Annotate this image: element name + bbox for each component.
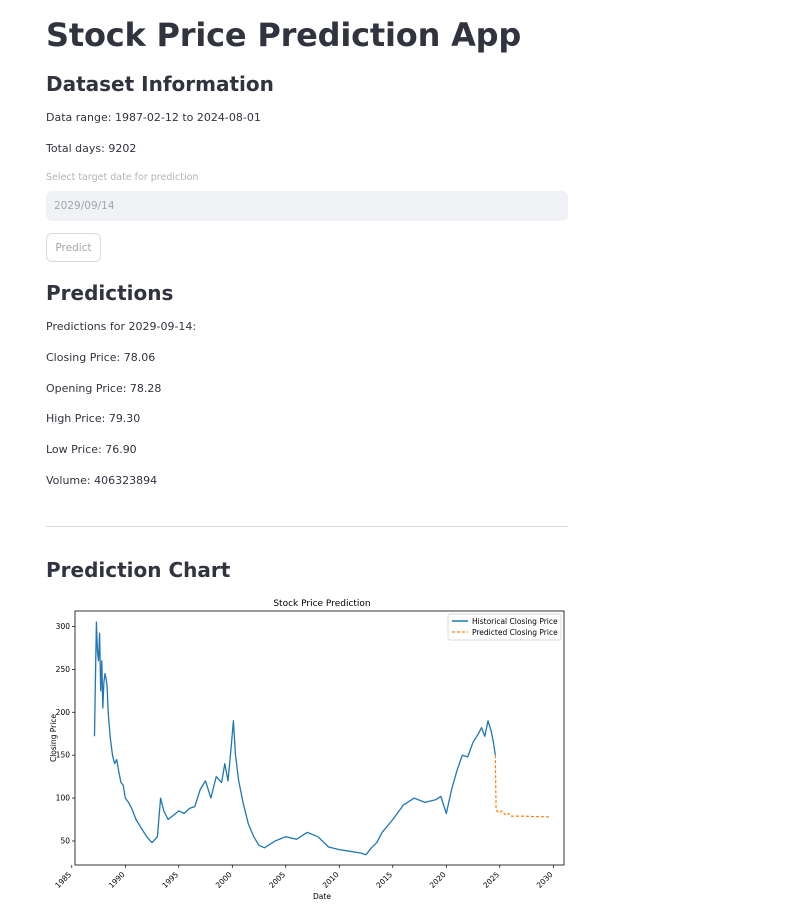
legend: Historical Closing Price Predicted Closi…	[447, 613, 562, 641]
prediction-chart-svg: Stock Price Prediction 50100150200250300…	[49, 599, 565, 901]
predict-button-label: Predict	[55, 241, 92, 254]
low-price-text: Low Price: 76.90	[46, 443, 137, 456]
x-tick-label: 1985	[53, 870, 73, 890]
chart-heading: Prediction Chart	[46, 558, 231, 582]
x-tick-label: 2005	[267, 870, 287, 890]
volume-text: Volume: 406323894	[46, 474, 158, 487]
page-title: Stock Price Prediction App	[46, 16, 522, 54]
target-date-input[interactable]: 2029/09/14	[46, 191, 568, 221]
y-tick-label: 300	[56, 622, 71, 631]
dataset-heading: Dataset Information	[46, 72, 274, 96]
date-input-label: Select target date for prediction	[46, 172, 199, 183]
x-axis-label: Date	[313, 892, 331, 901]
high-price-text: High Price: 79.30	[46, 412, 141, 425]
target-date-value: 2029/09/14	[54, 200, 115, 212]
x-tick-label: 2025	[481, 870, 501, 890]
predictions-for-text: Predictions for 2029-09-14:	[46, 320, 197, 333]
y-axis: 50100150200250300	[56, 622, 75, 845]
plot-area	[74, 610, 565, 866]
closing-price-text: Closing Price: 78.06	[46, 351, 156, 364]
chart-title: Stock Price Prediction	[273, 599, 370, 609]
y-axis-label: Closing Price	[49, 714, 58, 762]
app-page: Stock Price Prediction App Dataset Infor…	[0, 0, 791, 921]
predictions-heading: Predictions	[46, 281, 174, 305]
legend-historical-label: Historical Closing Price	[472, 617, 558, 626]
x-tick-label: 2020	[428, 870, 448, 890]
x-tick-label: 2000	[214, 870, 234, 890]
opening-price-text: Opening Price: 78.28	[46, 382, 162, 395]
predict-button[interactable]: Predict	[46, 233, 101, 262]
y-tick-label: 100	[56, 794, 71, 803]
legend-predicted-label: Predicted Closing Price	[472, 628, 558, 637]
y-tick-label: 250	[56, 665, 71, 674]
prediction-chart: Stock Price Prediction 50 100 150 200 250 300…	[46, 594, 576, 918]
x-tick-label: 1990	[107, 870, 127, 890]
x-tick-label: 2015	[374, 870, 394, 890]
x-tick-label: 2010	[321, 870, 341, 890]
x-tick-label: 1995	[160, 870, 180, 890]
section-divider	[46, 526, 568, 527]
data-range-text: Data range: 1987-02-12 to 2024-08-01	[46, 111, 261, 124]
total-days-text: Total days: 9202	[46, 142, 137, 155]
x-axis: 1985 1990 1995 2000 2005 2010 2015 2020 2025 2030	[53, 865, 555, 890]
x-tick-label: 2030	[535, 870, 555, 890]
y-tick-label: 50	[60, 836, 70, 845]
